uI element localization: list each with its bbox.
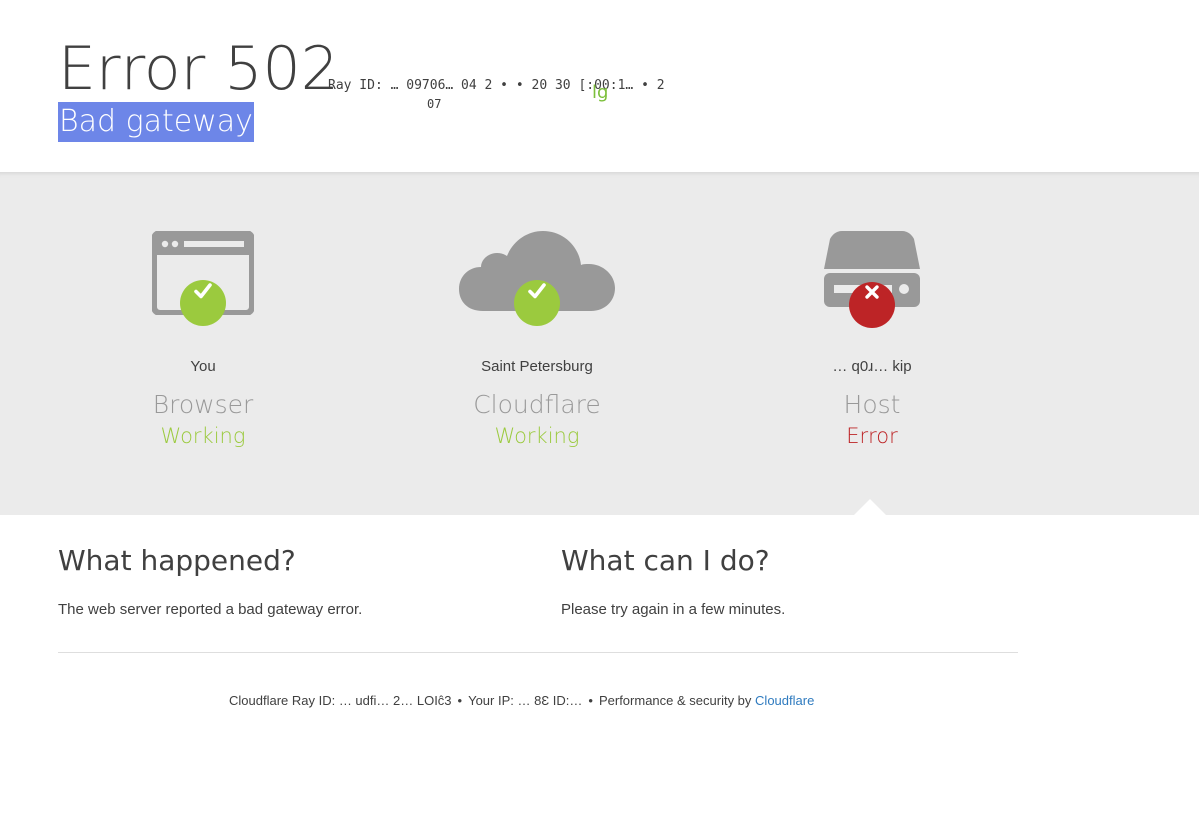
what-can-i-do-text: Please try again in a few minutes. [561, 601, 786, 618]
browser-status: Working [160, 424, 246, 448]
footer-ray-id: Cloudflare Ray ID: … udfi… 2… LOIĉ3 [229, 693, 452, 708]
host-location: … q0ɹ… kip [832, 358, 912, 375]
server-drive-icon [705, 227, 1039, 337]
host-pointer-notch [854, 499, 886, 515]
browser-window-icon [36, 227, 370, 337]
cloudflare-location: Saint Petersburg [481, 358, 593, 375]
browser-label: Browser [152, 390, 254, 419]
footer-ip: Your IP: … 8Ɛ ID:… [468, 693, 583, 708]
footer-separator: • [457, 693, 463, 708]
cloud-icon [370, 227, 704, 337]
check-icon [514, 280, 560, 326]
status-browser: You Browser Working [36, 172, 370, 515]
cloudflare-label: Cloudflare [473, 390, 601, 419]
error-code-title: Error 502 [58, 34, 339, 104]
footer-separator: • [588, 693, 593, 708]
cloudflare-status: Working [494, 424, 580, 448]
status-cloudflare: Saint Petersburg Cloudflare Working [370, 172, 704, 515]
page-header: Error 502 Ray ID: … 09706… 04 2 • • 20 3… [0, 0, 1199, 172]
check-icon [180, 280, 226, 326]
page-footer: Cloudflare Ray ID: … udfi… 2… LOIĉ3 • Your… [229, 693, 814, 708]
what-happened-text: The web server reported a bad gateway er… [58, 601, 363, 618]
footer-divider [58, 652, 1018, 653]
ray-id-line: Ray ID: … 09706… 04 2 • • 20 30 [:00:1… … [328, 78, 665, 93]
footer-performance-label: Performance & security by [598, 693, 752, 708]
x-icon [849, 282, 895, 328]
error-subtitle-selected[interactable]: Bad gateway [58, 102, 254, 142]
ray-id-fragment: lg [592, 82, 609, 103]
cloudflare-link[interactable]: Cloudflare [755, 693, 814, 708]
host-status: Error [846, 424, 898, 448]
what-happened-title: What happened? [58, 544, 296, 577]
what-can-i-do-title: What can I do? [561, 544, 770, 577]
ray-id-line-2: 07 [427, 97, 442, 111]
browser-location: You [190, 358, 216, 375]
status-host: … q0ɹ… kip Host Error [705, 172, 1039, 515]
status-band: You Browser Working Saint Petersburg Clo… [0, 172, 1199, 515]
host-label: Host [843, 390, 901, 419]
